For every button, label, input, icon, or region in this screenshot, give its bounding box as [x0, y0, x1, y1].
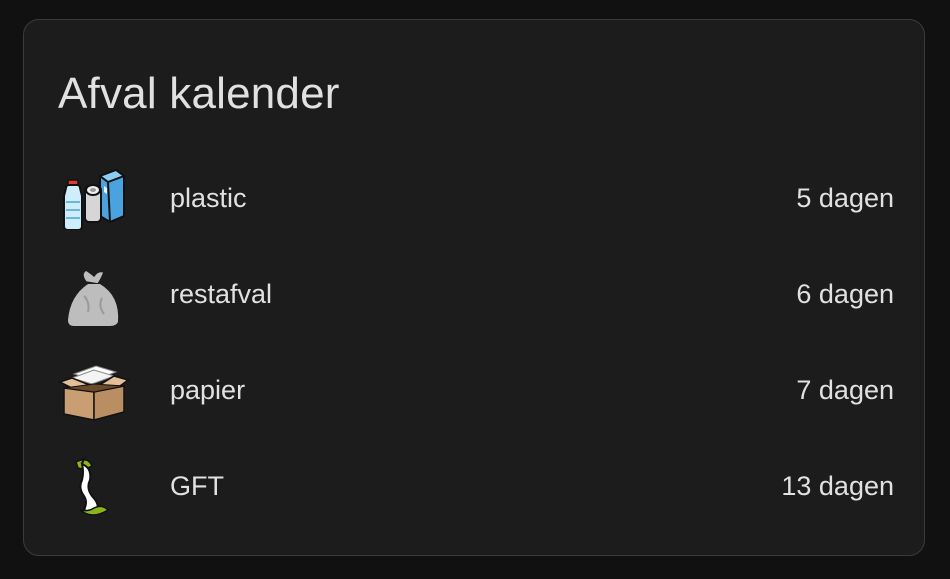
apple-core-icon — [58, 454, 130, 518]
list-item-papier[interactable]: papier 7 dagen — [58, 350, 894, 430]
item-days-remaining: 13 dagen — [781, 471, 894, 501]
cardboard-box-icon — [58, 358, 130, 422]
list-item-plastic[interactable]: plastic 5 dagen — [58, 158, 894, 238]
item-label: restafval — [170, 279, 273, 309]
item-days-remaining: 5 dagen — [796, 183, 894, 213]
card-title: Afval kalender — [58, 69, 340, 118]
waste-calendar-card: Afval kalender plastic 5 dagen restafval… — [23, 19, 925, 556]
list-item-restafval[interactable]: restafval 6 dagen — [58, 254, 894, 334]
list-item-gft[interactable]: GFT 13 dagen — [58, 446, 894, 526]
item-days-remaining: 7 dagen — [796, 375, 894, 405]
item-label: GFT — [170, 471, 224, 501]
item-label: plastic — [170, 183, 247, 213]
plastic-waste-icon — [58, 166, 130, 230]
trash-bag-icon — [58, 262, 130, 326]
item-days-remaining: 6 dagen — [796, 279, 894, 309]
item-label: papier — [170, 375, 246, 405]
